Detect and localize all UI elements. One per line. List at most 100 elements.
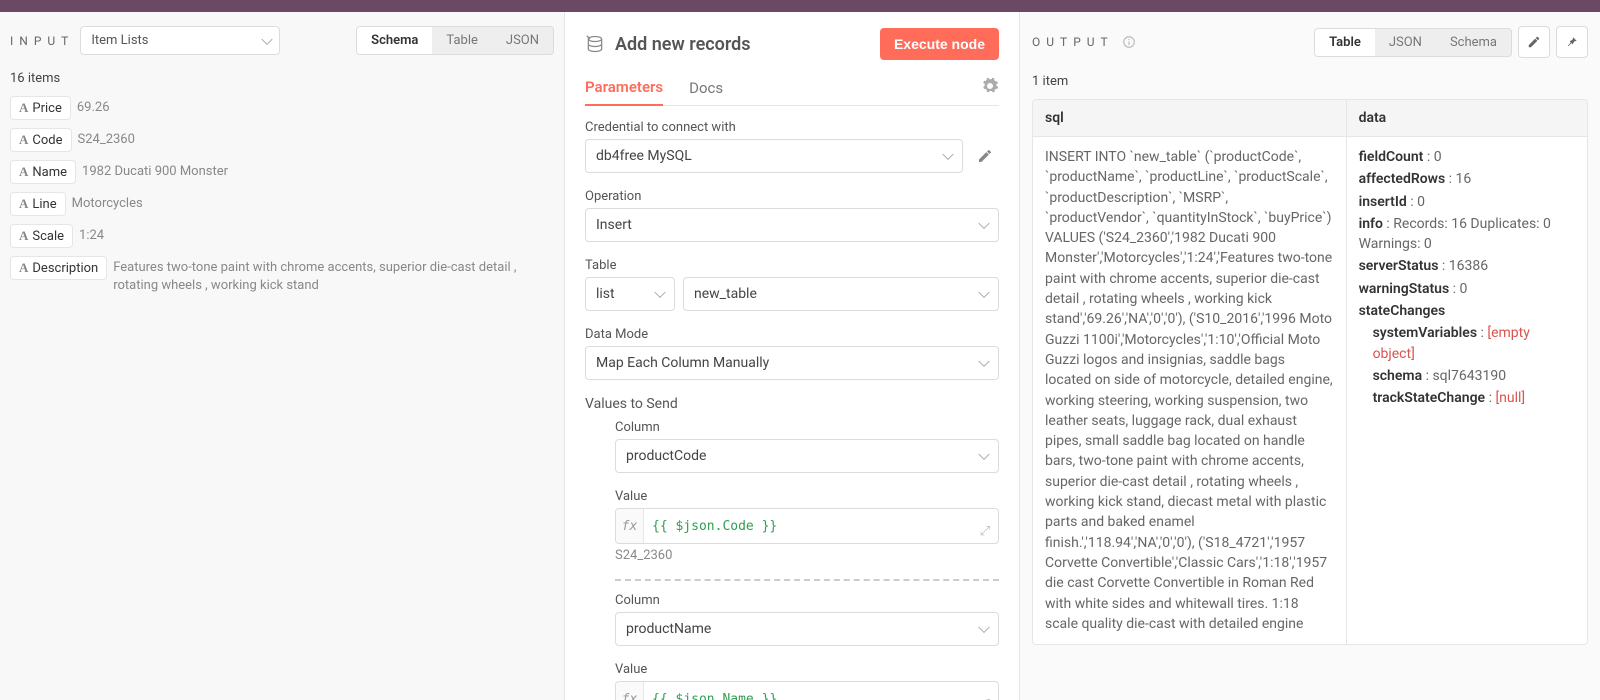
schema-value: Features two-tone paint with chrome acce… [113,256,533,295]
schema-name: Code [32,133,62,148]
kv-value: 0 [1417,194,1425,210]
table-name-value: new_table [694,286,757,302]
expand-icon[interactable]: ⤢ [972,524,998,543]
kv-value: sql7643190 [1432,368,1506,384]
tab-json[interactable]: JSON [492,27,553,54]
output-panel: OUTPUT Table JSON Schema 1 item s [1020,12,1600,700]
schema-name: Line [32,197,56,212]
tab-table[interactable]: Table [432,27,491,54]
kv-value: Records: 16 Duplicates: 0 Warnings: 0 [1359,216,1551,252]
schema-field-line[interactable]: A Line [10,192,66,216]
pin-icon [1565,35,1579,49]
type-icon: A [19,132,28,148]
kv-value: [null] [1495,390,1525,406]
input-source-value: Item Lists [91,33,148,48]
table-mode-value: list [596,286,615,302]
output-title: OUTPUT [1032,35,1114,49]
table-label: Table [585,258,999,273]
schema-field-scale[interactable]: A Scale [10,224,73,248]
execute-node-button[interactable]: Execute node [880,28,999,60]
credential-label: Credential to connect with [585,120,999,135]
tab-parameters[interactable]: Parameters [585,70,663,106]
schema-name: Scale [32,229,64,244]
fx-icon: fx [616,682,644,700]
schema-field-code[interactable]: A Code [10,128,72,152]
table-mode-select[interactable]: list [585,277,675,311]
data-mode-select[interactable]: Map Each Column Manually [585,346,999,380]
info-icon[interactable] [1122,35,1136,49]
column-select-1[interactable]: productName [615,612,999,646]
out-tab-schema[interactable]: Schema [1436,29,1511,56]
edit-credential-button[interactable] [971,142,999,170]
type-icon: A [19,196,28,212]
edit-output-button[interactable] [1518,26,1550,58]
schema-field-name[interactable]: AName [10,160,76,184]
schema-row: A Scale 1:24 [10,224,554,248]
table-name-select[interactable]: new_table [683,277,999,311]
credential-value: db4free MySQL [596,148,692,164]
schema-value: S24_2360 [78,128,135,149]
expression-input-0[interactable]: fx {{ $json.Code }} ⤢ [615,508,999,544]
schema-value: Motorcycles [72,192,143,213]
tab-schema[interactable]: Schema [357,27,432,54]
out-tab-json[interactable]: JSON [1375,29,1436,56]
gear-icon[interactable] [981,77,999,99]
out-tab-table[interactable]: Table [1315,29,1375,56]
output-view-tabs: Table JSON Schema [1314,28,1512,57]
sql-cell: INSERT INTO `new_table` (`productCode`, … [1033,137,1346,644]
input-title: INPUT [10,34,74,48]
pin-output-button[interactable] [1556,26,1588,58]
input-view-tabs: Schema Table JSON [356,26,554,55]
operation-value: Insert [596,217,632,233]
schema-field-description[interactable]: A Description [10,256,107,280]
expression-text: {{ $json.Name }} [644,692,972,700]
pencil-icon [1527,35,1541,49]
type-icon: A [19,260,28,276]
schema-value: 69.26 [77,96,110,117]
col-header-sql: sql [1033,100,1346,137]
node-title: Add new records [615,34,751,55]
pencil-icon [977,148,993,164]
column-label: Column [615,593,999,608]
type-icon: A [19,100,28,116]
column-label: Column [615,420,999,435]
schema-value: 1982 Ducati 900 Monster [82,160,228,181]
schema-name: Price [32,101,61,116]
schema-value: 1:24 [79,224,104,245]
schema-name: Description [32,261,98,276]
kv-value: 16386 [1449,258,1488,274]
data-mode-label: Data Mode [585,327,999,342]
column-select-0[interactable]: productCode [615,439,999,473]
kv-value: 0 [1434,149,1442,165]
kv-value: 16 [1456,171,1472,187]
expression-text: {{ $json.Code }} [644,519,972,534]
operation-label: Operation [585,189,999,204]
operation-select[interactable]: Insert [585,208,999,242]
tab-docs[interactable]: Docs [689,71,723,105]
input-panel: INPUT Item Lists Schema Table JSON 16 it… [0,12,565,700]
value-label: Value [615,662,999,677]
schema-field-price[interactable]: A Price [10,96,71,120]
top-bar [0,0,1600,12]
type-icon: A [19,228,28,244]
expression-input-1[interactable]: fx {{ $json.Name }} ⤢ [615,681,999,700]
data-cell: fieldCount : 0 affectedRows : 16 insertI… [1347,137,1587,421]
schema-row: A Price 69.26 [10,96,554,120]
schema-row: A Code S24_2360 [10,128,554,152]
output-items-count: 1 item [1032,74,1588,89]
credential-select[interactable]: db4free MySQL [585,139,963,173]
type-icon: A [19,164,28,180]
expression-result: S24_2360 [615,548,999,563]
column-value: productName [626,621,711,637]
schema-row: A Description Features two-tone paint wit… [10,256,554,295]
data-mode-value: Map Each Column Manually [596,355,769,371]
kv-value: 0 [1460,281,1468,297]
fx-icon: fx [616,509,644,543]
node-panel: Add new records Execute node Parameters … [565,12,1020,700]
divider [615,579,999,581]
database-icon [585,34,605,54]
input-source-select[interactable]: Item Lists [80,26,280,55]
col-header-data: data [1347,100,1587,137]
values-to-send-title: Values to Send [585,396,999,412]
input-items-count: 16 items [10,71,554,86]
